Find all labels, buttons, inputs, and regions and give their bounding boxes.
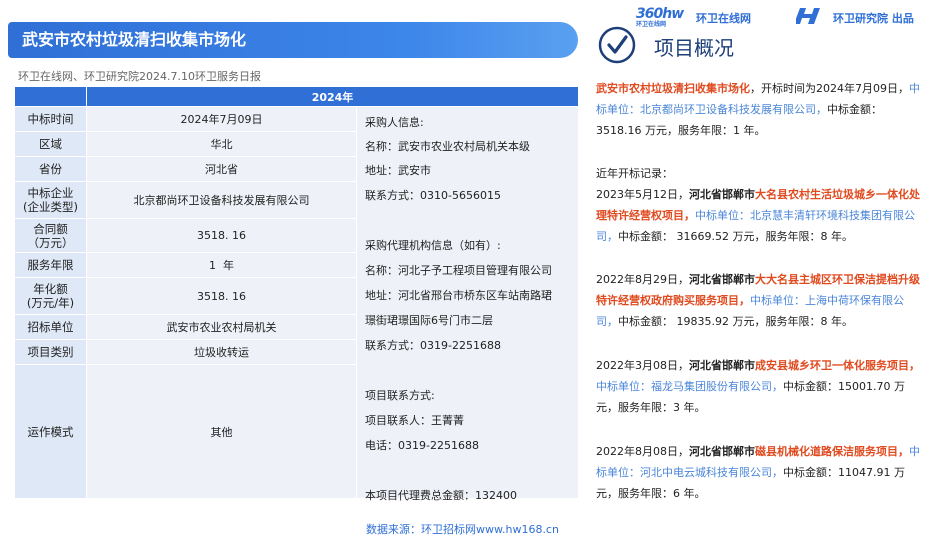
logo-360hw: 360hw 环卫在线网 <box>636 6 684 28</box>
page-title: 武安市农村垃圾清扫收集市场化 <box>8 22 578 58</box>
row-value: 垃圾收转运 <box>86 339 357 365</box>
info-line: 名称：河北子予工程项目管理有限公司 <box>365 264 552 277</box>
info-line: 电话：0319-2251688 <box>365 439 479 452</box>
info-line: 本项目代理费总金额：132400 <box>365 489 517 502</box>
row-label: 合同额 （万元） <box>14 218 87 253</box>
year-header: 2024年 <box>86 86 579 107</box>
row-label: 运作模式 <box>14 364 87 499</box>
record-item: 2023年5月12日，河北省邯郸市大名县农村生活垃圾城乡一体化处理特许经营权项目… <box>596 188 920 243</box>
overview-title: 项目概况 <box>654 36 734 60</box>
row-label: 中标企业 (企业类型) <box>14 181 87 219</box>
info-line: 采购人信息: <box>365 116 424 129</box>
info-line: 采购代理机构信息（如有）: <box>365 239 501 252</box>
row-value: 1 年 <box>86 252 357 278</box>
info-line: 名称：武安市农业农村局机关本级 <box>365 140 530 153</box>
row-value: 其他 <box>86 364 357 499</box>
intro-paragraph: 武安市农村垃圾清扫收集市场化，开标时间为2024年7月09日，中标单位：北京都尚… <box>596 82 920 137</box>
row-label: 区域 <box>14 131 87 157</box>
info-line: 璟街珺璟国际6号门市二层 <box>365 314 493 327</box>
row-label: 招标单位 <box>14 314 87 340</box>
row-label: 项目类别 <box>14 339 87 365</box>
recent-records-label: 近年开标记录： <box>596 167 673 180</box>
row-value: 3518. 16 <box>86 218 357 253</box>
row-value: 华北 <box>86 131 357 157</box>
row-label: 服务年限 <box>14 252 87 278</box>
row-label: 省份 <box>14 156 87 182</box>
row-label: 年化额 (万元/年) <box>14 277 87 315</box>
check-circle-icon <box>598 26 636 64</box>
info-line: 地址：武安市 <box>365 164 431 177</box>
logo-site-name: 环卫在线网 <box>696 12 751 25</box>
info-line: 联系方式：0319-2251688 <box>365 339 501 352</box>
row-value: 2024年7月09日 <box>86 106 357 132</box>
row-value: 武安市农业农村局机关 <box>86 314 357 340</box>
source-line: 环卫在线网、环卫研究院2024.7.10环卫服务日报 <box>18 70 261 83</box>
info-line: 联系方式：0310-5656015 <box>365 189 501 202</box>
info-line: 项目联系人：王菁菁 <box>365 414 464 427</box>
record-item: 2022年8月29日，河北省邯郸市大大名县主城区环卫保洁提档升级特许经营权政府购… <box>596 273 920 328</box>
row-value: 3518. 16 <box>86 277 357 315</box>
institute-logo-icon <box>796 8 820 24</box>
row-value: 河北省 <box>86 156 357 182</box>
contact-info-panel: 采购人信息: 名称：武安市农业农村局机关本级 地址：武安市 联系方式：0310-… <box>356 106 579 502</box>
info-line: 地址：河北省邢台市桥东区车站南路珺 <box>365 289 552 302</box>
row-value: 北京都尚环卫设备科技发展有限公司 <box>86 181 357 219</box>
info-line: 项目联系方式: <box>365 389 435 402</box>
record-item: 2022年8月08日，河北省邯郸市磁县机械化道路保洁服务项目，中标单位：河北中电… <box>596 445 920 500</box>
data-source: 数据来源：环卫招标网www.hw168.cn <box>366 523 559 536</box>
row-label: 中标时间 <box>14 106 87 132</box>
record-item: 2022年3月08日，河北省邯郸市成安县城乡环卫一体化服务项目，中标单位：福龙马… <box>596 359 920 414</box>
logo-institute-name: 环卫研究院 出品 <box>833 12 914 25</box>
bid-info-table: 2024年 中标时间 2024年7月09日 采购人信息: 名称：武安市农业农村局… <box>14 86 579 502</box>
